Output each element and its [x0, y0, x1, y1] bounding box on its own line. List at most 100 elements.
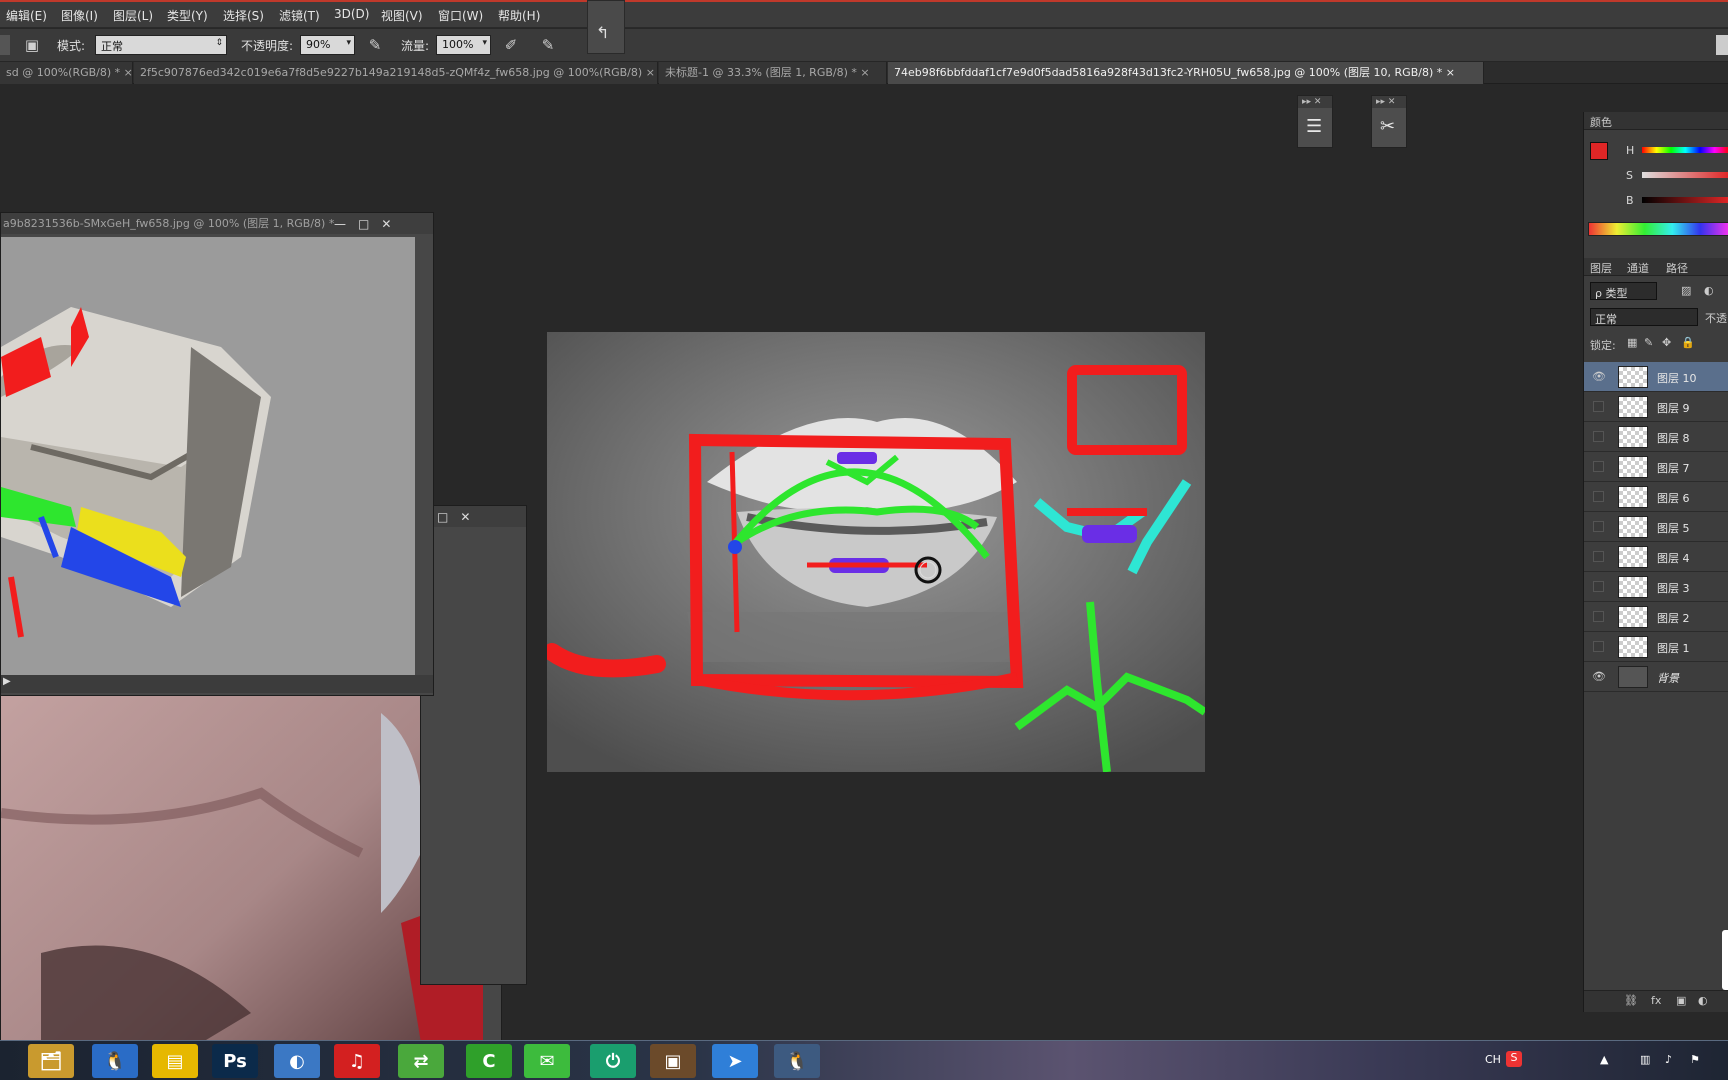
restore-icon[interactable]: □ — [437, 510, 448, 524]
menu-layer[interactable]: 图层(L) — [113, 7, 153, 24]
qq-icon[interactable]: 🐧 — [92, 1044, 138, 1078]
blend-mode-select[interactable]: 正常 — [1590, 308, 1698, 326]
color-spectrum[interactable] — [1588, 222, 1728, 236]
layer-name[interactable]: 图层 2 — [1657, 610, 1690, 626]
active-canvas[interactable] — [547, 332, 1205, 772]
hue-slider[interactable] — [1642, 147, 1728, 153]
layer-row[interactable]: 图层 8 — [1584, 422, 1728, 452]
green-app-icon[interactable]: ⇄ — [398, 1044, 444, 1078]
tools-icon[interactable]: ✂ — [1380, 116, 1395, 137]
sliders-icon[interactable]: ☰ — [1306, 116, 1322, 137]
menu-3d[interactable]: 3D(D) — [334, 7, 369, 21]
color-panel-tab[interactable]: 颜色 — [1590, 114, 1612, 130]
visibility-toggle[interactable] — [1593, 431, 1604, 442]
adjustment-layer-icon[interactable]: ◐ — [1698, 994, 1708, 1007]
lock-brush-icon[interactable]: ✎ — [1644, 336, 1653, 349]
eye-icon[interactable]: 👁 — [1592, 670, 1606, 684]
close-icon[interactable]: × — [646, 66, 655, 79]
layer-row[interactable]: 图层 2 — [1584, 602, 1728, 632]
minimize-icon[interactable]: — — [334, 217, 346, 231]
layer-name[interactable]: 图层 6 — [1657, 490, 1690, 506]
doc-window-2[interactable]: □ ✕ — [420, 505, 527, 985]
visibility-toggle[interactable] — [1593, 401, 1604, 412]
layer-name[interactable]: 背景 — [1657, 670, 1679, 686]
notepad-icon[interactable]: ▤ — [152, 1044, 198, 1078]
plaster-canvas[interactable] — [1, 237, 415, 675]
mode-select[interactable]: 正常 ⇕ — [95, 35, 227, 55]
layer-name[interactable]: 图层 9 — [1657, 400, 1690, 416]
ime-icon[interactable]: S — [1506, 1051, 1522, 1067]
visibility-toggle[interactable] — [1593, 461, 1604, 472]
visibility-toggle[interactable] — [1593, 641, 1604, 652]
layer-name[interactable]: 图层 4 — [1657, 550, 1690, 566]
layer-row[interactable]: 图层 1 — [1584, 632, 1728, 662]
close-icon[interactable]: ✕ — [381, 217, 391, 231]
tab-doc-2[interactable]: 2f5c907876ed342c019e6a7f8d5e9227b149a219… — [134, 62, 658, 84]
layer-row[interactable]: 图层 9 — [1584, 392, 1728, 422]
file-explorer-icon[interactable]: 🗂 — [28, 1044, 74, 1078]
layer-name[interactable]: 图层 5 — [1657, 520, 1690, 536]
layer-row[interactable]: 图层 3 — [1584, 572, 1728, 602]
pressure-size-icon[interactable]: ✎ — [538, 35, 558, 55]
airbrush-icon[interactable]: ✐ — [501, 35, 521, 55]
layer-name[interactable]: 图层 1 — [1657, 640, 1690, 656]
layer-row[interactable]: 👁 背景 — [1584, 662, 1728, 692]
menu-help[interactable]: 帮助(H) — [498, 7, 540, 24]
tray-volume-icon[interactable]: ♪ — [1665, 1053, 1672, 1066]
tray-network-icon[interactable]: ▥ — [1640, 1053, 1650, 1066]
qq-icon-2[interactable]: 🐧 — [774, 1044, 820, 1078]
image-filter-icon[interactable]: ▨ — [1681, 284, 1695, 298]
lock-all-icon[interactable]: 🔒 — [1681, 336, 1695, 349]
layer-row[interactable]: 👁 图层 10 — [1584, 362, 1728, 392]
saturation-slider[interactable] — [1642, 172, 1728, 178]
close-icon[interactable]: × — [860, 66, 869, 79]
camtasia-icon[interactable]: C — [466, 1044, 512, 1078]
netease-music-icon[interactable]: ♫ — [334, 1044, 380, 1078]
mask-icon[interactable]: ▣ — [1676, 994, 1686, 1007]
menu-type[interactable]: 类型(Y) — [167, 7, 208, 24]
floating-toolbar[interactable]: ↰ — [587, 0, 625, 54]
pressure-opacity-icon[interactable]: ✎ — [365, 35, 385, 55]
tab-doc-1[interactable]: sd @ 100%(RGB/8) * × — [0, 62, 133, 84]
close-icon[interactable]: ✕ — [460, 510, 470, 524]
menu-view[interactable]: 视图(V) — [381, 7, 423, 24]
tab-doc-active[interactable]: 74eb98f6bbfddaf1cf7e9d0f5dad5816a928f43d… — [888, 62, 1484, 84]
foreground-swatch[interactable] — [1590, 142, 1608, 160]
opacity-input[interactable]: 90% ▾ — [300, 35, 355, 55]
status-arrow-icon[interactable]: ▶ — [3, 676, 11, 687]
tray-flag-icon[interactable]: ⚑ — [1690, 1053, 1700, 1066]
layer-row[interactable]: 图层 6 — [1584, 482, 1728, 512]
workspace-switcher[interactable] — [1716, 35, 1728, 55]
tab-channels[interactable]: 通道 — [1627, 260, 1649, 276]
adjustments-mini-panel[interactable]: ▸▸ ✕ ☰ — [1297, 95, 1333, 148]
lock-position-icon[interactable]: ✥ — [1662, 336, 1671, 349]
layer-name[interactable]: 图层 3 — [1657, 580, 1690, 596]
visibility-toggle[interactable] — [1593, 491, 1604, 502]
layer-name[interactable]: 图层 10 — [1657, 370, 1697, 386]
doc-window-plaster[interactable]: a9b8231536b-SMxGeH_fw658.jpg @ 100% (图层 … — [0, 212, 434, 696]
tab-layers[interactable]: 图层 — [1590, 260, 1612, 276]
eye-icon[interactable]: 👁 — [1592, 370, 1606, 384]
menu-filter[interactable]: 滤镜(T) — [279, 7, 320, 24]
wechat-icon[interactable]: ✉ — [524, 1044, 570, 1078]
flow-input[interactable]: 100% ▾ — [436, 35, 491, 55]
menu-window[interactable]: 窗口(W) — [438, 7, 483, 24]
tab-doc-3[interactable]: 未标题-1 @ 33.3% (图层 1, RGB/8) * × — [659, 62, 887, 84]
tab-paths[interactable]: 路径 — [1666, 260, 1688, 276]
tools-mini-panel[interactable]: ▸▸ ✕ ✂ — [1371, 95, 1407, 148]
photoshop-icon[interactable]: Ps — [212, 1044, 258, 1078]
fx-icon[interactable]: fx — [1651, 994, 1661, 1007]
image-viewer-icon[interactable]: ▣ — [650, 1044, 696, 1078]
feishu-icon[interactable]: ➤ — [712, 1044, 758, 1078]
close-icon[interactable]: × — [1446, 66, 1455, 79]
tray-language[interactable]: CH — [1485, 1053, 1501, 1066]
restore-icon[interactable]: □ — [358, 217, 369, 231]
lock-pixels-icon[interactable]: ▦ — [1627, 336, 1637, 349]
power-app-icon[interactable]: ⏻ — [590, 1044, 636, 1078]
layer-name[interactable]: 图层 7 — [1657, 460, 1690, 476]
layer-row[interactable]: 图层 4 — [1584, 542, 1728, 572]
history-brush-icon[interactable]: ↰ — [596, 23, 609, 42]
visibility-toggle[interactable] — [1593, 521, 1604, 532]
layer-filter-select[interactable]: ρ 类型 — [1590, 282, 1657, 300]
browser-icon[interactable]: ◐ — [274, 1044, 320, 1078]
